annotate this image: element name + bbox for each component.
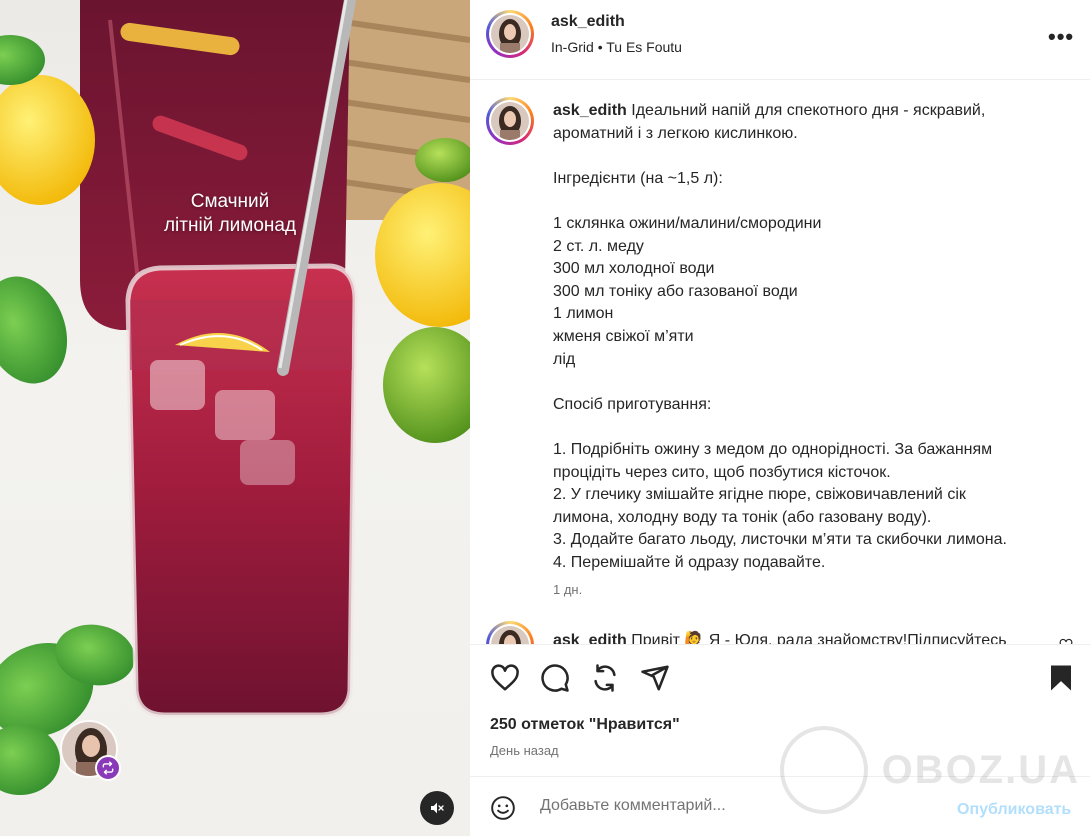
caption-line: Інгредієнти (на ~1,5 л): [553,169,723,187]
caption-line: жменя свіжої м’яти [553,327,694,345]
speaker-muted-icon [431,802,444,814]
post-date[interactable]: День назад [490,743,559,758]
audio-info[interactable]: In-Grid • Tu Es Foutu [551,39,682,55]
caption-timestamp[interactable]: 1 дн. [553,582,582,597]
watermark: OBOZ.UA [780,725,1080,815]
bookmark-icon[interactable] [1046,663,1076,693]
comment-icon[interactable] [540,663,570,693]
caption-line: ароматний і з легкою кислинкою. [553,124,798,142]
caption-line: ask_edith Ідеальний напій для спекотного… [553,100,1053,123]
avatar-image [491,102,529,140]
caption-line [553,190,1053,213]
caption-line: 2. У глечику змішайте ягідне пюре, свіжо… [553,486,966,504]
repost-icon[interactable] [590,663,620,693]
audio-artist[interactable]: In-Grid [551,39,594,55]
audio-separator: • [597,39,603,55]
caption-line: лід [553,350,576,368]
avatar-image [491,15,529,53]
caption-line: процідіть через сито, щоб позбутися кіст… [553,463,891,481]
overlay-line-2: літній лимонад [163,215,297,236]
caption-line: 300 мл тоніку або газованої води [553,282,798,300]
caption-username[interactable]: ask_edith [553,102,627,119]
post-photo [0,0,470,795]
watermark-text: OBOZ.UA [881,747,1080,792]
comment-item: ask_edith Привіт 🙋 Я - Юля, рада знайомс… [553,630,1053,644]
comment-username[interactable]: ask_edith [553,632,627,644]
mute-button[interactable] [420,791,454,825]
caption-line [553,371,1053,394]
overlay-caption: Смачний літній лимонад [130,190,330,238]
audio-title[interactable]: Tu Es Foutu [606,39,682,55]
caption-line: 300 мл холодної води [553,260,715,278]
post-details-panel: ask_edith In-Grid • Tu Es Foutu ••• ask_… [470,0,1090,836]
author-avatar[interactable] [486,10,534,58]
avatar-image [491,626,529,644]
repost-icon [102,761,114,775]
caption-line: лимона, холодну воду та тонік (або газов… [553,508,932,526]
overlay-line-1: Смачний [190,191,270,212]
post-media[interactable]: Смачний літній лимонад [0,0,470,836]
globe-logo-icon [780,726,868,814]
caption-line: 1 склянка ожини/малини/смородини [553,214,822,232]
repost-badge [95,755,121,781]
caption-text: Ідеальний напій для спекотного дня - яск… [631,102,986,119]
caption-line [553,416,1053,439]
caption-line [553,145,1053,168]
post-caption: ask_edith Ідеальний напій для спекотного… [553,100,1053,574]
caption-line: 3. Додайте багато льоду, листочки м’яти … [553,531,1007,549]
heart-icon[interactable] [490,663,520,693]
caption-line: 4. Перемішайте й одразу подавайте. [553,553,826,571]
smiley-icon[interactable] [490,795,516,821]
caption-line: Спосіб приготування: [553,395,712,413]
send-icon[interactable] [640,663,670,693]
post-header: ask_edith In-Grid • Tu Es Foutu ••• [470,0,1090,80]
comment-text: Привіт 🙋 Я - Юля, рада знайомству!Підпис… [631,632,1007,644]
comment-author-avatar[interactable] [486,621,534,644]
more-options-button[interactable]: ••• [1048,24,1074,50]
likes-count[interactable]: 250 отметок "Нравится" [490,716,680,734]
caption-author-avatar[interactable] [486,97,534,145]
comments-section[interactable]: ask_edith Ідеальний напій для спекотного… [470,81,1090,644]
caption-line: 2 ст. л. меду [553,237,644,255]
caption-line: 1 лимон [553,305,614,323]
author-username[interactable]: ask_edith [551,13,625,31]
caption-line: 1. Подрібніть ожину з медом до однорідно… [553,440,993,458]
